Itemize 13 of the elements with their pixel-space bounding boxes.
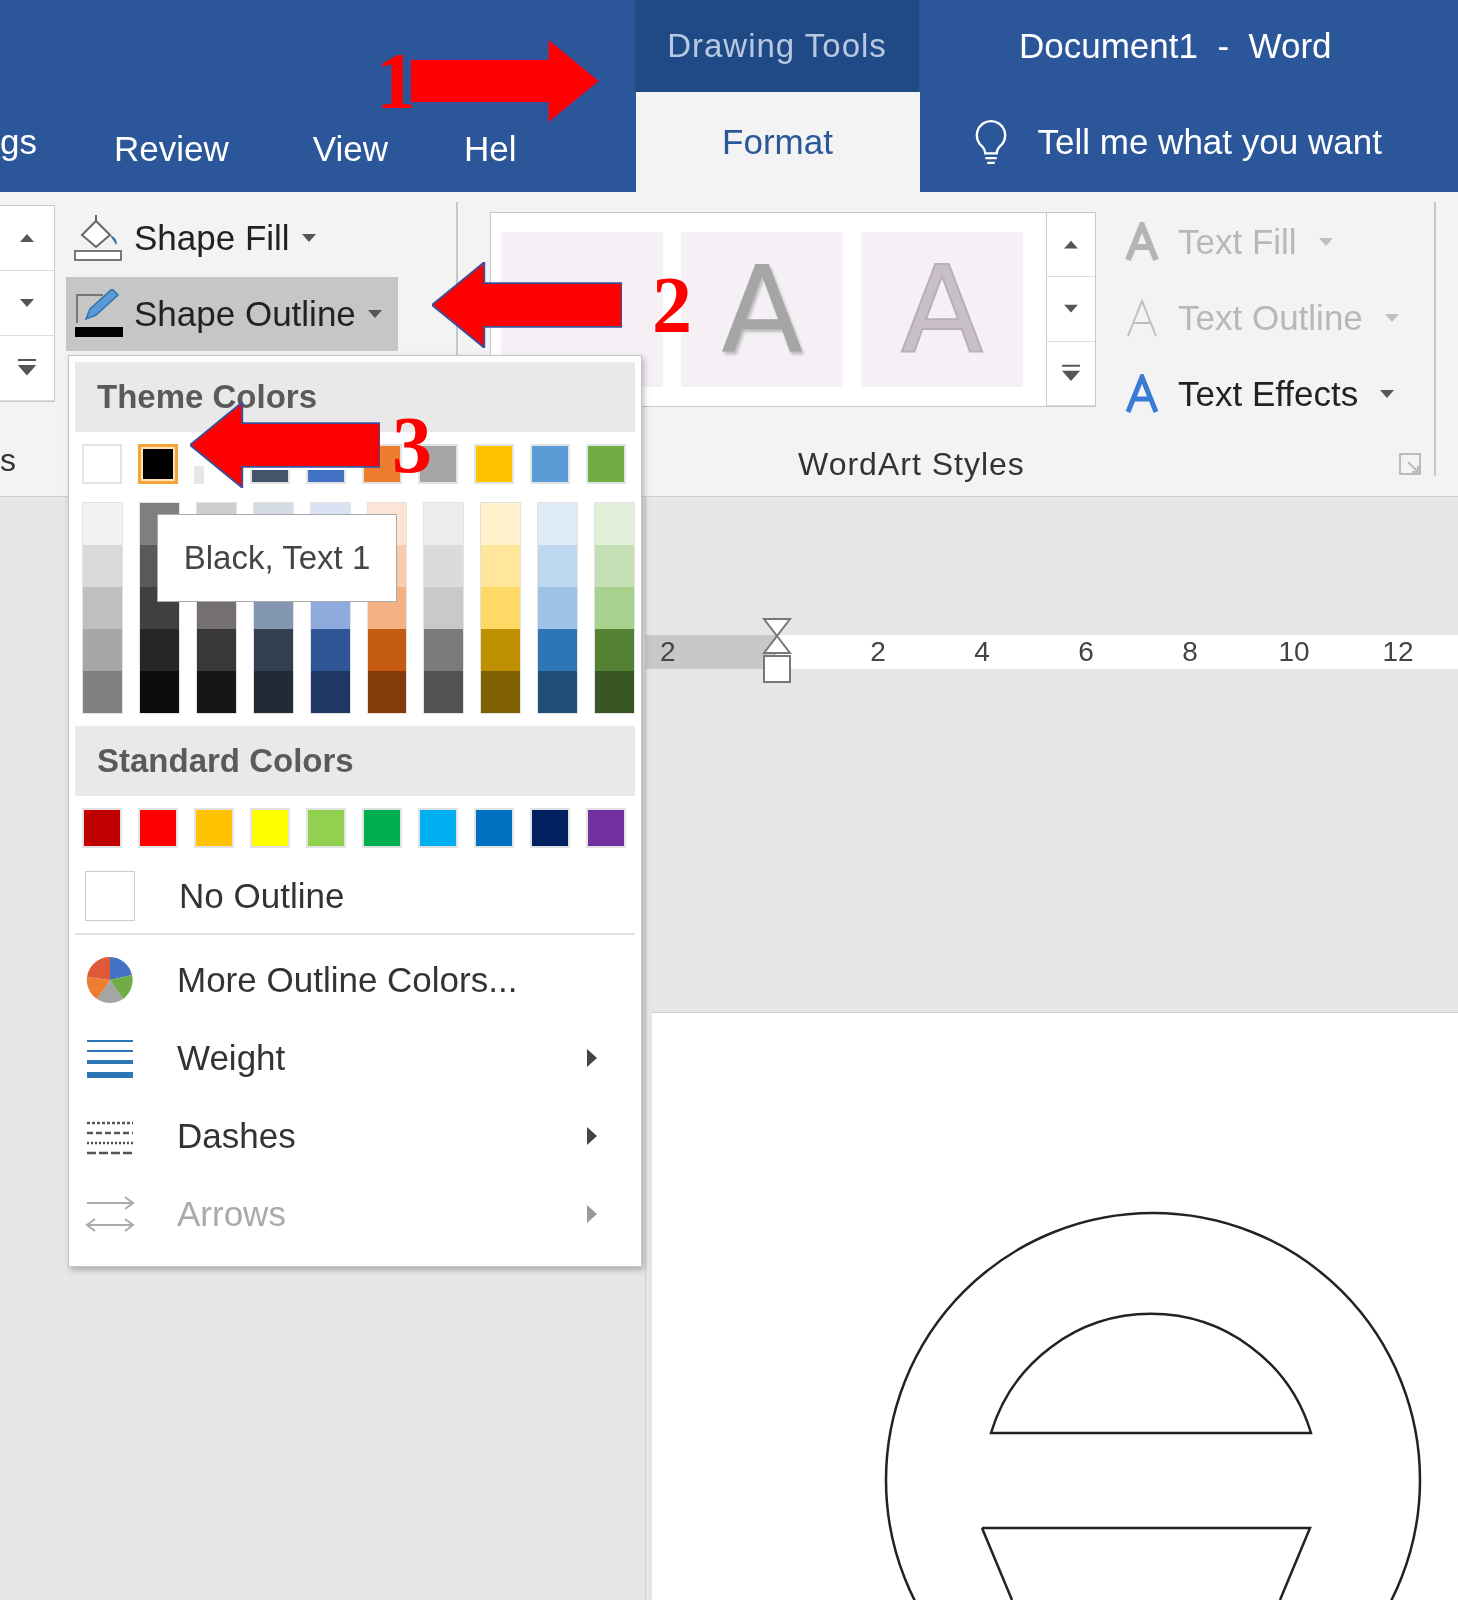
context-tab-label: Drawing Tools: [635, 0, 919, 92]
ruler-number: 6: [1077, 636, 1095, 668]
tooltip: Black, Text 1: [157, 514, 397, 602]
ruler-number: 8: [1181, 636, 1199, 668]
ruler-number: 4: [973, 636, 991, 668]
window-title: Document1 - Word: [1019, 26, 1332, 66]
ruler-number: 12: [1381, 636, 1415, 668]
ruler-number: 10: [1277, 636, 1311, 668]
group-label: s: [0, 442, 17, 479]
ruler-number: 2: [660, 636, 676, 668]
ruler-number: 2: [869, 636, 887, 668]
section-header: Standard Colors: [75, 726, 635, 796]
group-label: WordArt Styles: [798, 445, 1025, 483]
